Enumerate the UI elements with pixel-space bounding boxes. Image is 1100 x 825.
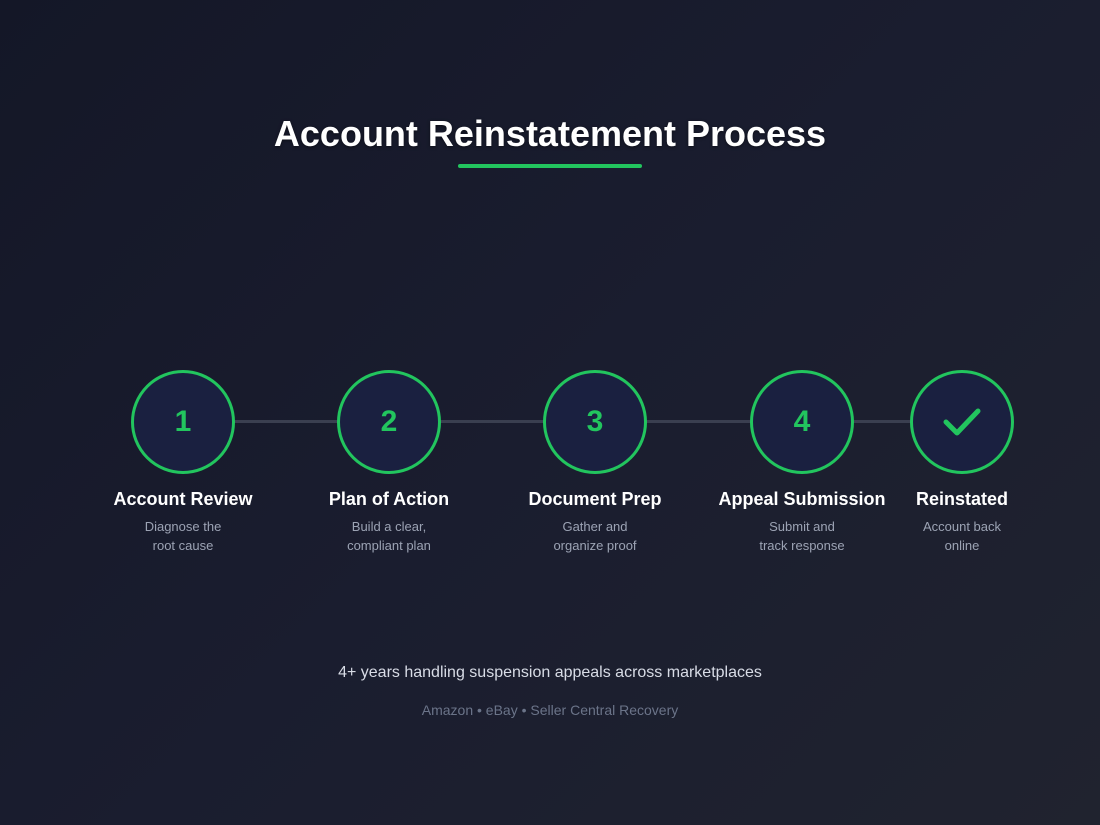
step-description-line: Account back [922,519,1002,534]
step-description-line: organize proof [553,538,637,553]
experience-tagline: 4+ years handling suspension appeals acr… [338,664,762,681]
step-description-line: Diagnose the [144,519,222,534]
step-description-line: Gather and [562,519,628,534]
step-description-line: compliant plan [347,538,431,553]
step-plan-of-action: 2 Plan of Action Build a clear, complian… [289,370,489,555]
step-number-circle: 2 [337,370,441,474]
step-description-line: root cause [152,538,214,553]
step-description-line: online [944,538,980,553]
step-document-prep: 3 Document Prep Gather and organize proo… [495,370,695,555]
step-description: Build a clear, compliant plan [289,517,489,555]
step-check-circle [910,370,1014,474]
step-number-circle: 1 [131,370,235,474]
checkmark-icon [943,408,981,436]
step-description: Gather and organize proof [495,517,695,555]
step-label: Plan of Action [328,489,450,509]
title-underline [458,164,642,168]
step-label: Document Prep [528,489,662,509]
step-number-circle: 3 [543,370,647,474]
page-title: Account Reinstatement Process [273,113,827,154]
step-description: Account back online [862,517,1062,555]
step-label: Reinstated [915,489,1009,509]
step-label: Account Review [113,489,253,509]
step-description-line: Build a clear, [351,519,427,534]
step-reinstated: Reinstated Account back online [862,370,1062,555]
platforms-list: Amazon • eBay • Seller Central Recovery [421,702,679,718]
step-number-circle: 4 [750,370,854,474]
step-description: Diagnose the root cause [83,517,283,555]
step-account-review: 1 Account Review Diagnose the root cause [83,370,283,555]
